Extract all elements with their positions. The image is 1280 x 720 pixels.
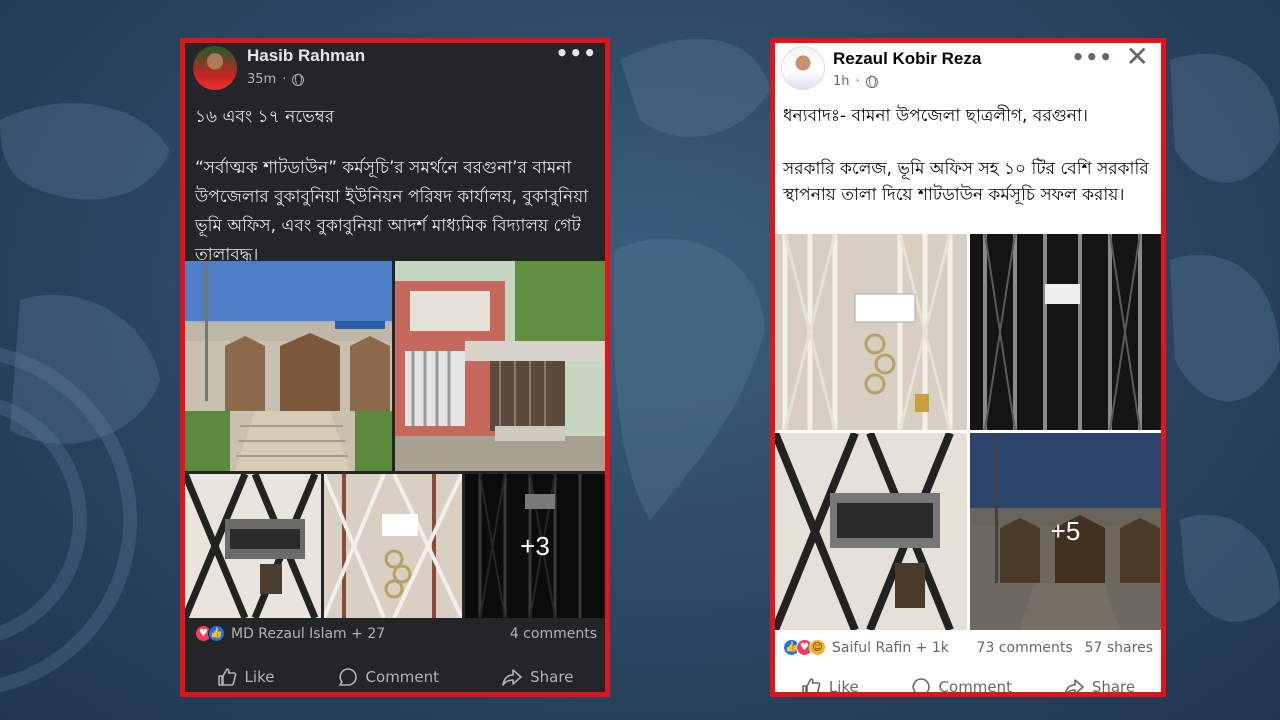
more-dots-icon[interactable]: •••: [1072, 45, 1113, 69]
facebook-post-light: Rezaul Kobir Reza 1h · ••• ✕ ধন্যবাদঃ- ব…: [770, 38, 1166, 697]
reaction-icons[interactable]: ♥ 👍: [195, 625, 225, 642]
photo[interactable]: [775, 234, 967, 430]
reactions-text[interactable]: MD Rezaul Islam + 27: [231, 626, 385, 642]
comment-icon: [912, 678, 930, 692]
photo-more[interactable]: +3: [465, 474, 605, 618]
like-icon: [802, 678, 821, 692]
comment-icon: [338, 668, 357, 686]
more-photos-count: +3: [465, 474, 605, 618]
close-icon[interactable]: ✕: [1126, 43, 1149, 71]
haha-icon: ☺: [809, 639, 826, 656]
globe-icon: [865, 75, 878, 88]
like-button[interactable]: Like: [217, 667, 275, 687]
avatar[interactable]: [781, 46, 825, 90]
share-icon: [1064, 679, 1084, 692]
post-paragraph: সরকারি কলেজ, ভূমি অফিস সহ ১০ টির বেশি সর…: [783, 158, 1149, 206]
share-label: Share: [1091, 678, 1136, 696]
photo[interactable]: [395, 261, 605, 471]
like-label: Like: [828, 678, 859, 696]
post-paragraph: ১৬ এবং ১৭ নভেম্বর: [195, 107, 335, 127]
comment-button[interactable]: Comment: [911, 677, 1013, 696]
comment-label: Comment: [365, 668, 440, 686]
reactions-text[interactable]: Saiful Rafin + 1k: [832, 640, 949, 656]
reaction-icons[interactable]: 👍 ♥ ☺: [783, 639, 826, 656]
comments-count[interactable]: 4 comments: [510, 626, 597, 642]
photo[interactable]: [324, 474, 462, 618]
like-label: Like: [244, 668, 275, 686]
avatar[interactable]: [193, 46, 237, 90]
action-bar: Like Comment Share: [185, 667, 605, 687]
post-meta: 35m ·: [247, 72, 305, 87]
shares-count[interactable]: 57 shares: [1085, 640, 1153, 656]
comments-count[interactable]: 73 comments: [977, 640, 1073, 656]
share-button[interactable]: Share: [1064, 677, 1136, 696]
photo-more[interactable]: +5: [970, 433, 1161, 630]
post-meta: 1h ·: [833, 74, 878, 89]
like-button[interactable]: Like: [801, 677, 859, 696]
photo[interactable]: [775, 433, 967, 630]
share-icon: [502, 669, 522, 686]
like-icon: 👍: [208, 625, 225, 642]
photo[interactable]: [185, 261, 392, 471]
action-bar: Like Comment Share: [775, 677, 1161, 696]
share-button[interactable]: Share: [502, 667, 573, 687]
comment-button[interactable]: Comment: [338, 667, 440, 687]
photo[interactable]: [185, 474, 321, 618]
post-time[interactable]: 35m: [247, 72, 276, 87]
photo-grid: +3: [185, 261, 605, 618]
comment-label: Comment: [938, 678, 1013, 696]
post-header: Hasib Rahman 35m · •••: [185, 43, 605, 103]
photo[interactable]: [970, 234, 1161, 430]
post-text: ১৬ এবং ১৭ নভেম্বর “সর্বাত্মক শাটডাউন” কর…: [185, 103, 605, 270]
author-name[interactable]: Rezaul Kobir Reza: [833, 49, 981, 69]
post-paragraph: ধন্যবাদঃ- বামনা উপজেলা ছাত্রলীগ, বরগুনা।: [783, 106, 1088, 126]
share-label: Share: [530, 668, 574, 686]
post-paragraph: “সর্বাত্মক শাটডাউন” কর্মসূচি’র সমর্থনে ব…: [195, 158, 589, 265]
author-name[interactable]: Hasib Rahman: [247, 46, 365, 66]
post-header: Rezaul Kobir Reza 1h · ••• ✕: [775, 43, 1161, 103]
globe-icon: [292, 73, 305, 86]
reactions-bar: 👍 ♥ ☺ Saiful Rafin + 1k 73 comments 57 s…: [775, 639, 1161, 656]
facebook-post-dark: Hasib Rahman 35m · ••• ১৬ এবং ১৭ নভেম্বর…: [180, 38, 610, 697]
reactions-bar: ♥ 👍 MD Rezaul Islam + 27 4 comments: [185, 625, 605, 642]
more-dots-icon[interactable]: •••: [556, 43, 597, 65]
like-icon: [217, 668, 236, 686]
more-photos-count: +5: [970, 433, 1161, 630]
post-text: ধন্যবাদঃ- বামনা উপজেলা ছাত্রলীগ, বরগুনা।…: [775, 103, 1161, 209]
photo-grid: +5: [775, 234, 1161, 630]
post-time[interactable]: 1h: [833, 74, 850, 89]
